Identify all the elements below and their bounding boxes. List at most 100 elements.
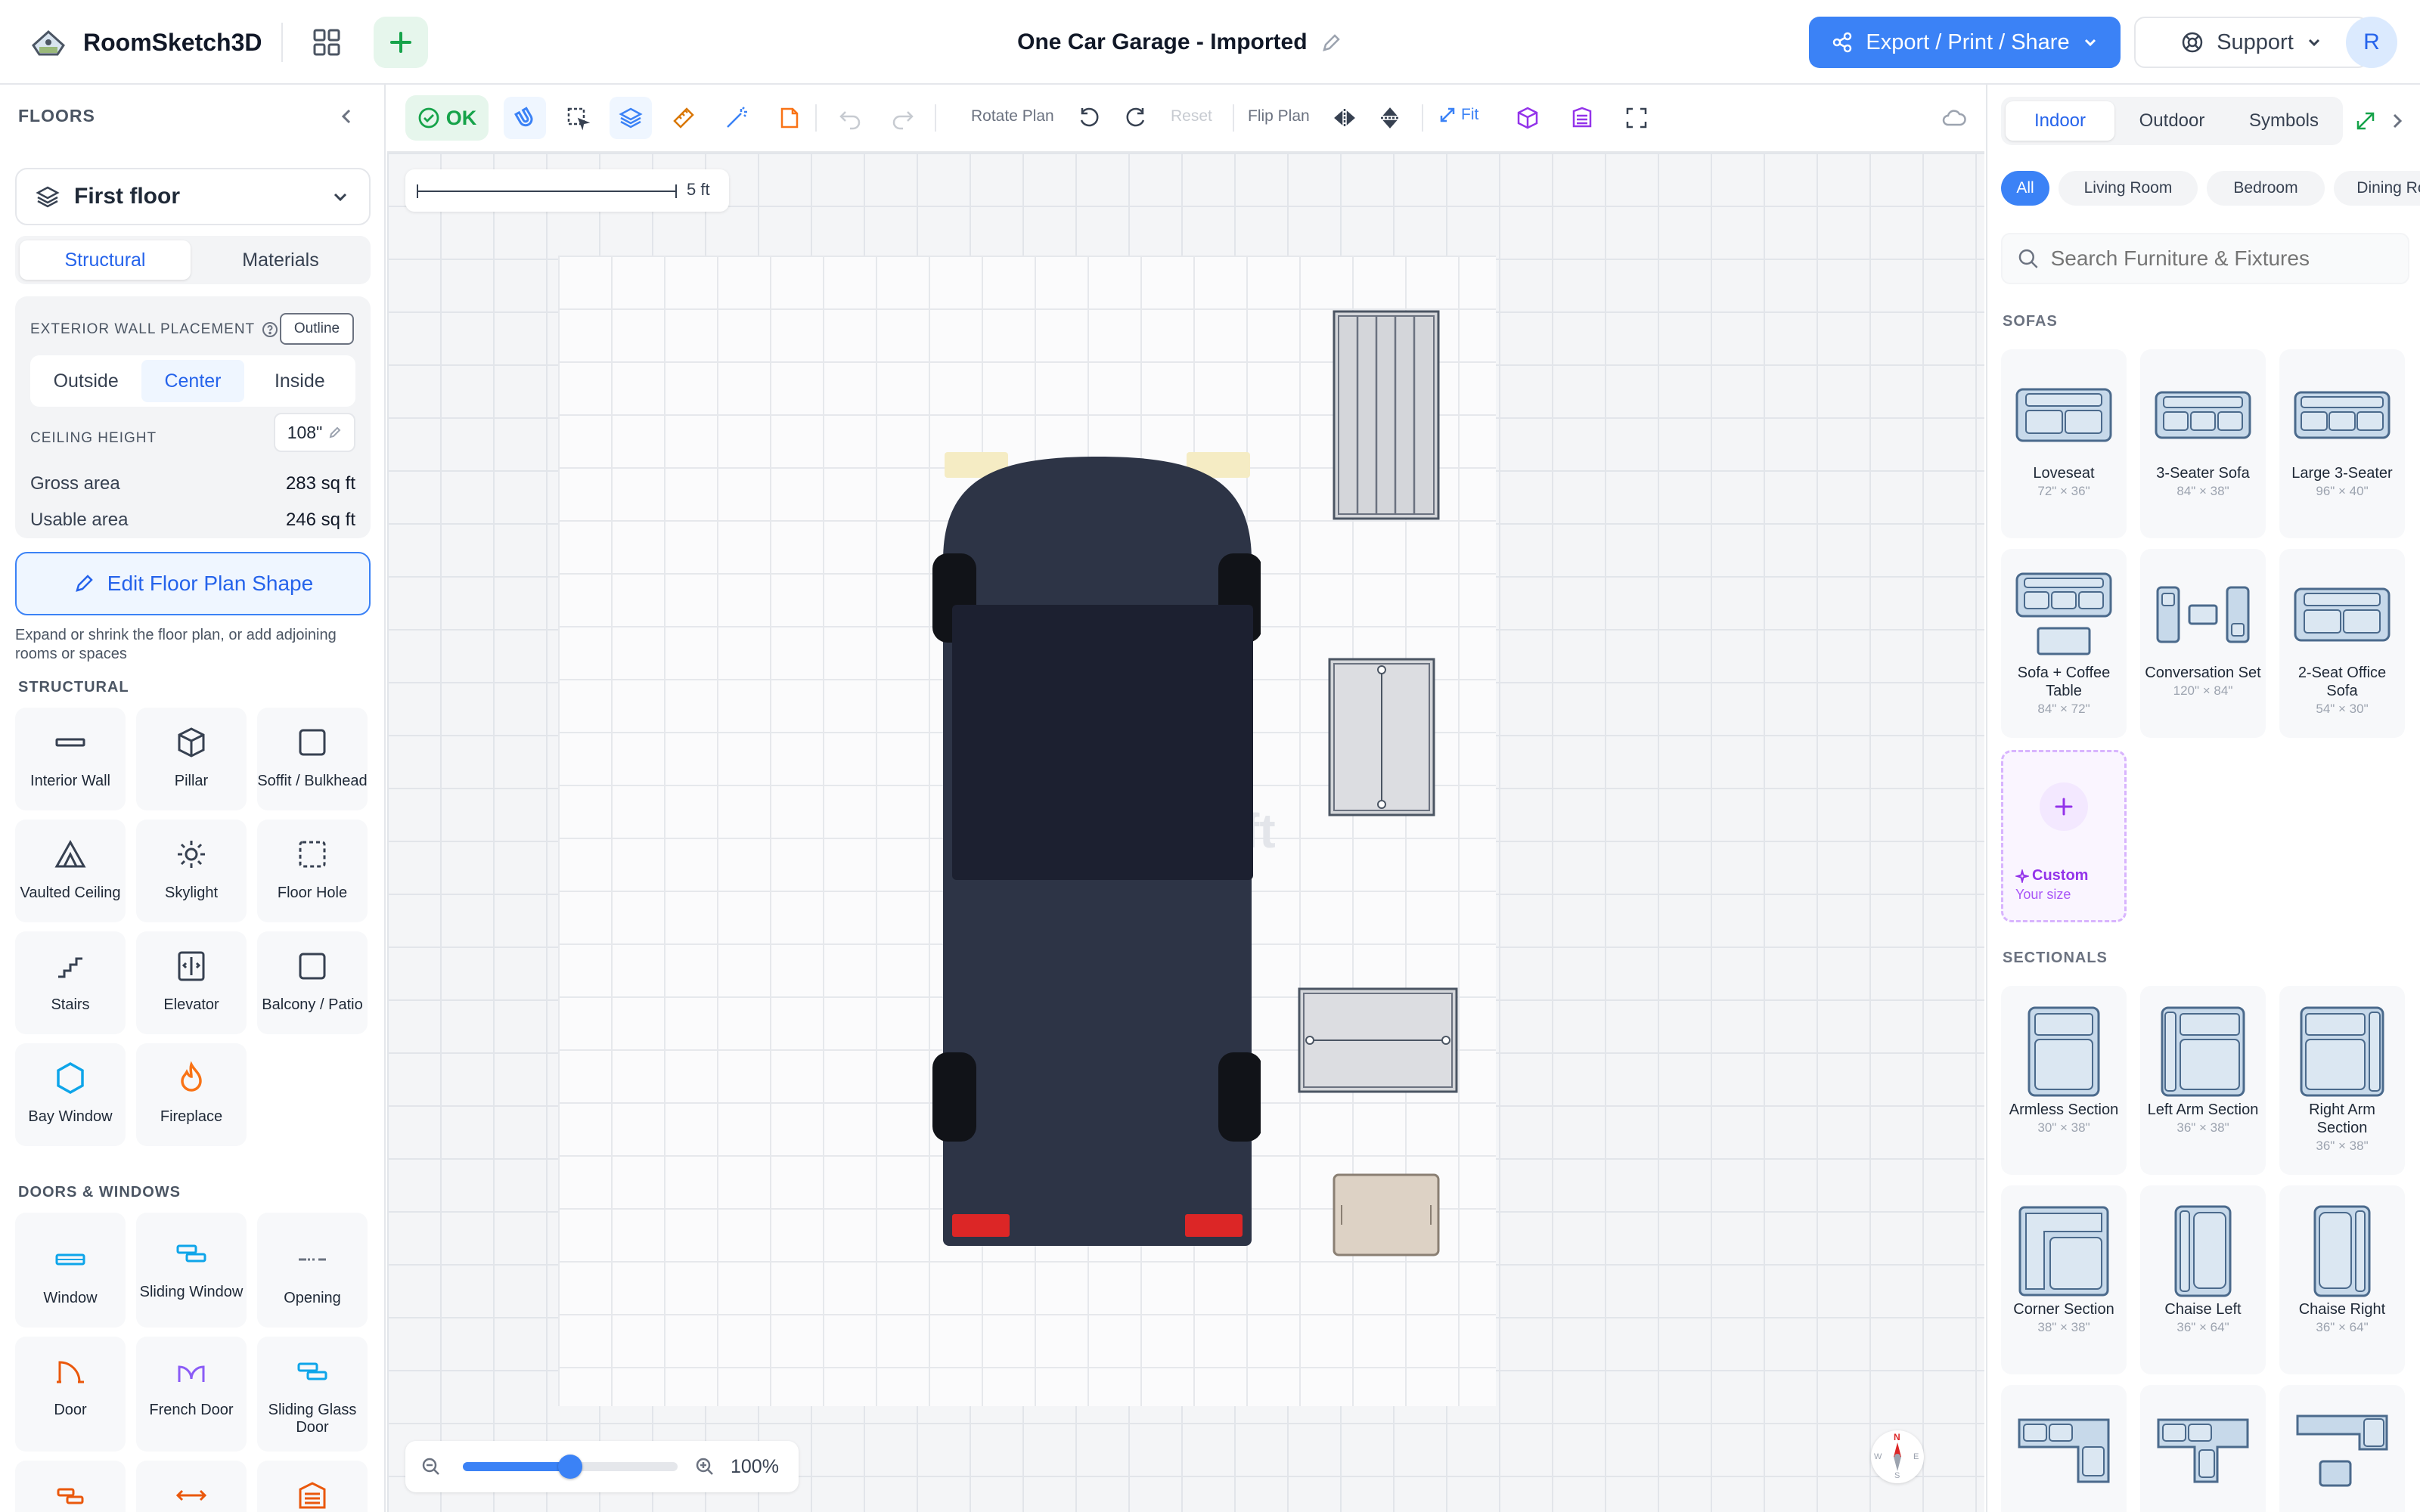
sectional-card-right-arm[interactable]: Right Arm Section 36" × 38" [2279,986,2405,1175]
app-logo-icon[interactable] [27,24,70,60]
edit-floor-plan-shape-button[interactable]: Edit Floor Plan Shape [15,552,371,615]
sectional-card-corner[interactable]: Corner Section 38" × 38" [2001,1185,2127,1374]
dashboard-grid-icon[interactable] [309,24,345,60]
chip-bedroom[interactable]: Bedroom [2207,171,2325,206]
sofa-card-2-seat-office[interactable]: 2-Seat Office Sofa 54" × 30" [2279,549,2405,738]
tool-stairs[interactable]: Stairs [15,931,126,1034]
shelving-unit[interactable] [1333,310,1440,520]
collapse-panel-icon[interactable] [331,101,361,132]
tool-vaulted-ceiling[interactable]: Vaulted Ceiling [15,820,126,922]
tool-floor-hole[interactable]: Floor Hole [257,820,368,922]
chevron-right-icon[interactable] [2385,109,2409,133]
rotate-right-icon[interactable] [1115,97,1157,139]
elevation-view-icon[interactable] [1561,97,1603,139]
floor-selector[interactable]: First floor [15,168,371,225]
ok-button[interactable]: OK [405,95,489,141]
tool-skylight[interactable]: Skylight [136,820,247,922]
tool-opening[interactable]: Opening [257,1213,368,1328]
furniture-search[interactable] [2001,233,2409,284]
sofa-card-3-seater[interactable]: 3-Seater Sofa 84" × 38" [2140,349,2266,538]
tool-partial[interactable] [15,1461,126,1512]
pencil-icon[interactable] [1320,32,1342,54]
magic-wand-icon[interactable] [715,97,758,139]
tool-balcony-patio[interactable]: Balcony / Patio [257,931,368,1034]
tab-structural[interactable]: Structural [20,240,191,280]
wall-option-inside[interactable]: Inside [249,360,351,402]
tab-materials[interactable]: Materials [195,240,366,280]
tool-window[interactable]: Window [15,1213,126,1328]
tool-french-door[interactable]: French Door [136,1337,247,1452]
ceiling-height-field[interactable]: 108" [274,413,355,452]
custom-size-card[interactable]: Custom Your size [2001,750,2127,922]
tool-door[interactable]: Door [15,1337,126,1452]
zoom-in-icon[interactable] [694,1456,715,1477]
divider [1422,104,1423,132]
tool-partial[interactable] [257,1461,368,1512]
expand-panel-icon[interactable] [2353,109,2378,133]
tool-interior-wall[interactable]: Interior Wall [15,708,126,810]
tool-sliding-window[interactable]: Sliding Window [136,1213,247,1328]
custom-label: Custom [2032,867,2089,884]
user-avatar[interactable]: R [2346,17,2397,68]
sectional-card-partial[interactable] [2279,1385,2405,1512]
wide-cabinet[interactable] [1298,987,1458,1093]
tool-soffit-bulkhead[interactable]: Soffit / Bulkhead [257,708,368,810]
compass[interactable]: N S E W [1871,1430,1924,1483]
sectional-card-partial[interactable] [2140,1385,2266,1512]
export-print-share-button[interactable]: Export / Print / Share [1809,17,2121,68]
support-button[interactable]: Support [2134,17,2369,68]
select-area-icon[interactable] [557,97,599,139]
sofa-card-loveseat[interactable]: Loveseat 72" × 36" [2001,349,2127,538]
help-icon[interactable] [261,321,279,339]
sofa-card-sofa-coffee-table[interactable]: Sofa + Coffee Table 84" × 72" [2001,549,2127,738]
sectional-card-armless[interactable]: Armless Section 30" × 38" [2001,986,2127,1175]
ruler-icon[interactable] [662,97,705,139]
rotate-left-icon[interactable] [1068,97,1110,139]
tool-fireplace[interactable]: Fireplace [136,1043,247,1146]
project-title[interactable]: One Car Garage - Imported [908,23,1452,62]
search-input[interactable] [2050,246,2394,271]
floor-selected-label: First floor [74,184,180,209]
sectional-card-left-arm[interactable]: Left Arm Section 36" × 38" [2140,986,2266,1175]
cloud-sync-icon[interactable] [1933,97,1975,139]
sectional-card-chaise-left[interactable]: Chaise Left 36" × 64" [2140,1185,2266,1374]
wall-option-center[interactable]: Center [141,360,244,402]
magnet-snap-icon[interactable] [504,97,546,139]
tool-pillar[interactable]: Pillar [136,708,247,810]
tall-cabinet[interactable] [1328,658,1435,816]
tab-indoor[interactable]: Indoor [2006,101,2114,141]
zoom-slider-thumb[interactable] [558,1455,582,1479]
workbench[interactable] [1333,1173,1440,1256]
tool-sliding-glass-door[interactable]: Sliding Glass Door [257,1337,368,1452]
wall-option-outside[interactable]: Outside [35,360,137,402]
sofa-card-conversation-set[interactable]: Conversation Set 120" × 84" [2140,549,2266,738]
reset-button[interactable]: Reset [1171,107,1212,125]
flip-vertical-icon[interactable] [1369,97,1411,139]
outline-toggle[interactable]: Outline [280,313,354,345]
3d-cube-icon[interactable] [1506,97,1549,139]
zoom-out-icon[interactable] [420,1456,442,1477]
car-object[interactable] [905,448,1261,1279]
tool-elevator[interactable]: Elevator [136,931,247,1034]
undo-icon[interactable] [829,97,871,139]
tab-symbols[interactable]: Symbols [2229,101,2338,141]
tool-bay-window[interactable]: Bay Window [15,1043,126,1146]
chip-living-room[interactable]: Living Room [2059,171,2198,206]
new-project-button[interactable] [374,17,428,68]
sectional-card-partial[interactable] [2001,1385,2127,1512]
tool-partial[interactable] [136,1461,247,1512]
left-arm-section-icon [2150,1006,2256,1097]
fullscreen-icon[interactable] [1615,97,1658,139]
chip-dining-room[interactable]: Dining Room [2334,171,2420,206]
sectional-card-chaise-right[interactable]: Chaise Right 36" × 64" [2279,1185,2405,1374]
note-icon[interactable] [768,97,811,139]
layers-icon[interactable] [610,97,652,139]
chip-all[interactable]: All [2001,171,2049,206]
sofa-card-large-3-seater[interactable]: Large 3-Seater 96" × 40" [2279,349,2405,538]
flip-horizontal-icon[interactable] [1323,97,1366,139]
tab-outdoor[interactable]: Outdoor [2118,101,2226,141]
redo-icon[interactable] [882,97,924,139]
fit-button[interactable]: Fit [1438,106,1478,124]
scale-bar: 5 ft [405,169,729,212]
floor-plan-canvas[interactable]: ft 5 ft 100% N S E W [387,153,1984,1512]
